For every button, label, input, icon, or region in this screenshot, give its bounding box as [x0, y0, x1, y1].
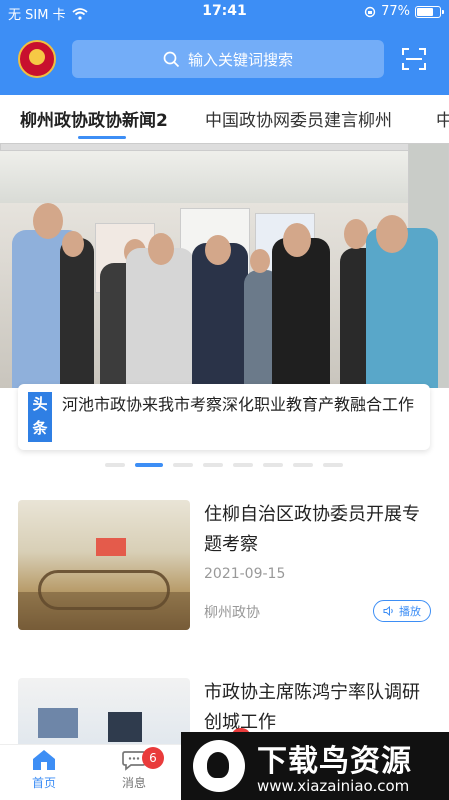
- person: [126, 248, 194, 388]
- person: [60, 238, 94, 388]
- person: [366, 228, 438, 388]
- search-icon: [163, 51, 180, 67]
- news-thumbnail: [18, 500, 190, 630]
- search-placeholder: 输入关键词搜索: [187, 50, 293, 69]
- play-label: 播放: [399, 605, 421, 618]
- tab-cppcc-suggestions[interactable]: 中国政协网委员建言柳州: [205, 106, 392, 131]
- watermark-title: 下载鸟资源: [257, 744, 412, 779]
- person-head: [376, 215, 408, 253]
- person: [272, 238, 330, 388]
- active-tab-indicator: [78, 136, 126, 139]
- home-icon: [33, 750, 55, 770]
- person-head: [62, 231, 84, 257]
- photo-detail: [108, 712, 142, 742]
- carousel-dot[interactable]: [203, 463, 223, 467]
- search-bar[interactable]: 输入关键词搜索: [72, 40, 384, 78]
- tab-liuzhou-news[interactable]: 柳州政协政协新闻2: [20, 106, 168, 131]
- news-title: 住柳自治区政协委员开展专题考察: [204, 504, 420, 555]
- cppcc-emblem-logo[interactable]: [18, 40, 56, 78]
- headline-badge: 头条: [28, 392, 52, 442]
- app-header: 无 SIM 卡 17:41 77% 输入关键词搜索: [0, 0, 449, 95]
- carousel-dot[interactable]: [293, 463, 313, 467]
- watermark-url: www.xiazainiao.com: [257, 777, 410, 795]
- channel-tabs: 柳州政协政协新闻2 中国政协网委员建言柳州 中: [0, 95, 449, 143]
- carousel-dot-active[interactable]: [135, 463, 163, 467]
- carousel-dot[interactable]: [173, 463, 193, 467]
- person-head: [205, 235, 231, 265]
- person-head: [148, 233, 174, 265]
- carousel-dot[interactable]: [263, 463, 283, 467]
- battery-level: [417, 7, 433, 16]
- status-bar: 无 SIM 卡 17:41 77%: [0, 0, 449, 24]
- person-head: [283, 223, 311, 257]
- meeting-room-screen: [96, 538, 126, 556]
- news-source: 柳州政协: [204, 605, 260, 621]
- battery-percent: 77%: [381, 4, 410, 19]
- banner-photo[interactable]: [0, 143, 449, 388]
- tab-more[interactable]: 中: [436, 106, 449, 131]
- person-head: [33, 203, 63, 239]
- meeting-attendees: [18, 592, 190, 630]
- unread-count-badge: 6: [142, 747, 164, 769]
- headline-card[interactable]: 头条 河池市政协来我市考察深化职业教育产教融合工作: [18, 384, 430, 450]
- carousel-indicator: [0, 462, 449, 468]
- play-audio-button[interactable]: 播放: [373, 600, 431, 622]
- battery-icon: [415, 5, 444, 18]
- ceiling-light: [0, 143, 449, 151]
- news-item[interactable]: 住柳自治区政协委员开展专题考察 2021-09-15 柳州政协 播放: [18, 500, 431, 630]
- news-thumbnail: [18, 678, 190, 744]
- nav-home-label: 首页: [31, 776, 56, 790]
- watermark-overlay: 下载鸟资源 www.xiazainiao.com: [181, 732, 449, 800]
- headline-title: 河池市政协来我市考察深化职业教育产教融合工作: [62, 395, 415, 414]
- nav-home[interactable]: 首页: [14, 749, 74, 791]
- carousel-dot[interactable]: [323, 463, 343, 467]
- speaker-icon: [383, 606, 393, 616]
- carousel-dot[interactable]: [105, 463, 125, 467]
- orientation-lock-icon: [364, 6, 376, 17]
- carousel-dot[interactable]: [233, 463, 253, 467]
- scan-icon[interactable]: [402, 48, 426, 70]
- person-head: [344, 219, 368, 249]
- photo-detail: [38, 708, 78, 738]
- banner-ceiling: [0, 143, 449, 203]
- watermark-bird-logo: [193, 740, 245, 792]
- news-date: 2021-09-15: [204, 566, 286, 582]
- person-head: [250, 249, 270, 273]
- nav-messages-label: 消息: [121, 776, 146, 790]
